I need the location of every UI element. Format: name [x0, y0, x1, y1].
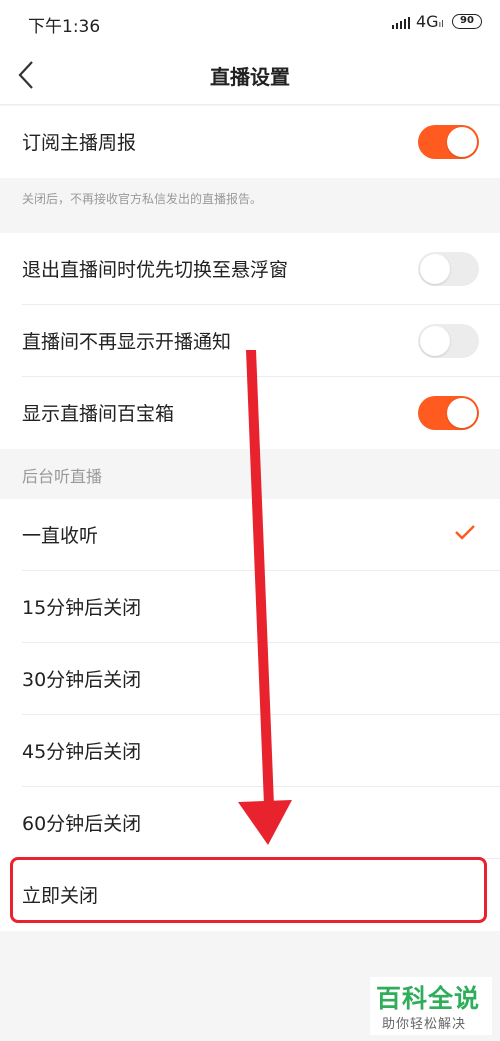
section-title-background-listen: 后台听直播	[22, 467, 103, 486]
option-close-60min[interactable]: 60分钟后关闭	[0, 787, 500, 859]
status-time: 下午1:36	[28, 17, 101, 37]
option-close-30min[interactable]: 30分钟后关闭	[0, 643, 500, 715]
status-bar: 下午1:36 4Gıl 90	[0, 0, 500, 46]
option-label: 一直收听	[22, 525, 99, 547]
toggle-knob	[447, 398, 477, 428]
floating-window-label: 退出直播间时优先切换至悬浮窗	[22, 259, 289, 281]
treasure-box-label: 显示直播间百宝箱	[22, 403, 175, 425]
subscribe-weekly-row[interactable]: 订阅主播周报	[0, 106, 500, 178]
signal-icon	[392, 17, 410, 29]
annotation-highlight-box	[10, 857, 487, 923]
treasure-box-row[interactable]: 显示直播间百宝箱	[0, 377, 500, 449]
live-notification-row[interactable]: 直播间不再显示开播通知	[0, 305, 500, 377]
toggle-knob	[420, 254, 450, 284]
battery-icon: 90	[452, 14, 482, 29]
toggle-knob	[420, 326, 450, 356]
checkmark-icon	[454, 523, 476, 541]
subscribe-hint: 关闭后，不再接收官方私信发出的直播报告。	[22, 192, 263, 206]
treasure-box-toggle[interactable]	[418, 396, 479, 430]
option-close-15min[interactable]: 15分钟后关闭	[0, 571, 500, 643]
toggle-knob	[447, 127, 477, 157]
live-notification-toggle[interactable]	[418, 324, 479, 358]
header-bar: 直播设置	[0, 46, 500, 105]
watermark-subtitle: 助你轻松解决	[382, 1017, 467, 1032]
live-notification-label: 直播间不再显示开播通知	[22, 331, 232, 353]
subscribe-weekly-toggle[interactable]	[418, 125, 479, 159]
page-title: 直播设置	[210, 65, 290, 89]
option-label: 45分钟后关闭	[22, 741, 142, 763]
floating-window-toggle[interactable]	[418, 252, 479, 286]
subscribe-weekly-label: 订阅主播周报	[22, 132, 137, 154]
option-label: 60分钟后关闭	[22, 813, 142, 835]
floating-window-row[interactable]: 退出直播间时优先切换至悬浮窗	[0, 233, 500, 305]
option-always-listen[interactable]: 一直收听	[0, 499, 500, 571]
option-label: 30分钟后关闭	[22, 669, 142, 691]
network-type: 4Gıl	[416, 12, 444, 31]
option-label: 15分钟后关闭	[22, 597, 142, 619]
option-close-45min[interactable]: 45分钟后关闭	[0, 715, 500, 787]
watermark-logo: 百科全说 助你轻松解决	[370, 977, 492, 1035]
watermark-title: 百科全说	[376, 984, 481, 1013]
